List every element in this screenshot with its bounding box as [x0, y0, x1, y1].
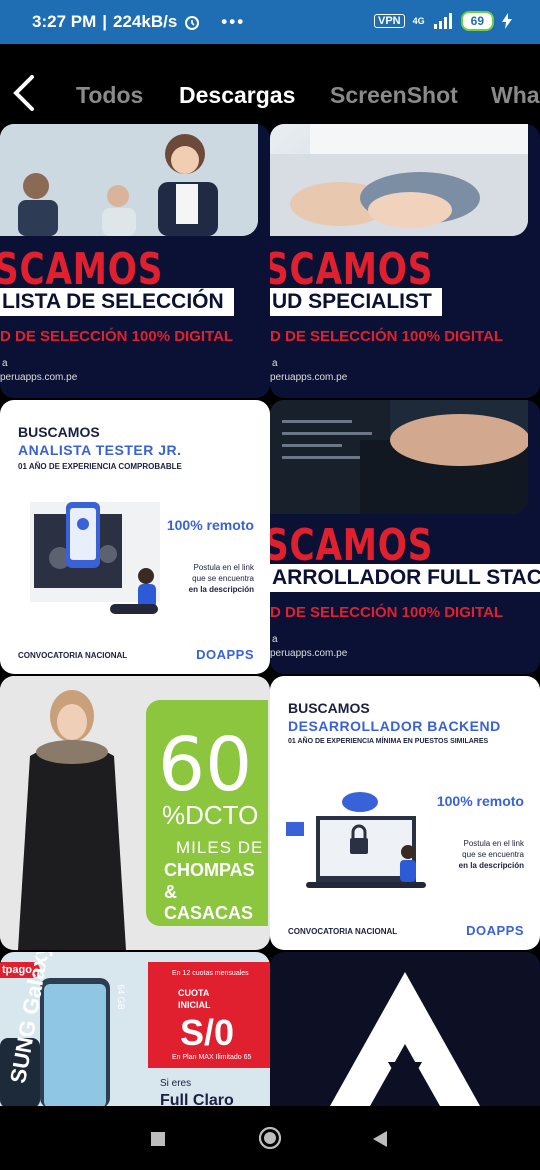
hands-laptop-illustration: [270, 124, 528, 236]
tab-todos[interactable]: Todos: [76, 82, 143, 109]
tile6-exp: 01 AÑO DE EXPERIENCIA MÍNIMA EN PUESTOS …: [288, 738, 489, 745]
image-thumbnail-2[interactable]: SCAMOS UD SPECIALIST D DE SELECCIÓN 100%…: [270, 124, 540, 398]
typing-illustration: [270, 400, 528, 514]
tab-header: Todos Descargas ScreenShot What: [0, 44, 540, 124]
tile7-si: Si eres: [160, 1078, 192, 1089]
tile2-sub: D DE SELECCIÓN 100% DIGITAL: [270, 328, 504, 345]
back-triangle-icon[interactable]: [372, 1130, 388, 1148]
tile3-postula: Postula en el link que se encuentra en l…: [188, 563, 254, 594]
tab-descargas[interactable]: Descargas: [179, 82, 295, 109]
status-bar: 3:27 PM | 224kB/s ••• VPN 4G 69: [0, 0, 540, 44]
tile2-url: peruapps.com.pe: [270, 372, 348, 383]
tile7-price: S/0: [180, 1012, 235, 1053]
tile1-role: LISTA DE SELECCIÓN: [0, 288, 234, 316]
tile5-dcto: %DCTO: [162, 800, 259, 830]
tile6-convocatoria: CONVOCATORIA NACIONAL: [288, 927, 398, 936]
more-notifications-icon: •••: [221, 12, 246, 31]
doapps-logo: DOAPPS: [466, 923, 524, 938]
tile7-full: Full Claro: [160, 1092, 234, 1106]
tile6-title: DESARROLLADOR BACKEND: [288, 718, 501, 734]
network-type: 4G: [412, 16, 425, 26]
tile4-sub: D DE SELECCIÓN 100% DIGITAL: [270, 604, 504, 621]
image-thumbnail-5[interactable]: 60 %DCTO MILES DE CHOMPAS & CASACAS: [0, 676, 270, 950]
tile5-pct: 60: [158, 722, 253, 808]
woman-jacket-photo: [0, 676, 145, 950]
back-arrow-icon[interactable]: [10, 74, 38, 112]
tile4-url: peruapps.com.pe: [270, 648, 348, 659]
phone-storage: 64 GB: [115, 984, 126, 1010]
image-thumbnail-6[interactable]: BUSCAMOS DESARROLLADOR BACKEND 01 AÑO DE…: [270, 676, 540, 950]
triangle-logo-icon: [330, 972, 480, 1106]
signal-icon: [433, 13, 452, 29]
tile7-cuota: CUOTA: [178, 988, 210, 998]
tile5-line3: & CASACAS: [164, 882, 254, 923]
recents-square-icon[interactable]: [150, 1131, 166, 1147]
tile6-postula: Postula en el link que se encuentra en l…: [458, 839, 524, 870]
tile6-buscamos: BUSCAMOS: [288, 700, 370, 716]
tab-whatsapp[interactable]: What: [491, 82, 540, 109]
status-speed: 224kB/s: [113, 12, 178, 31]
tile7-plan: En Plan MAX Ilimitado 65: [172, 1054, 252, 1061]
office-photo: [0, 124, 258, 236]
tile5-line2: CHOMPAS: [164, 860, 255, 880]
tile2-role: UD SPECIALIST: [270, 288, 442, 316]
tile3-convocatoria: CONVOCATORIA NACIONAL: [18, 651, 128, 660]
image-thumbnail-1[interactable]: SCAMOS LISTA DE SELECCIÓN D DE SELECCIÓN…: [0, 124, 270, 398]
tile3-buscamos: BUSCAMOS: [18, 424, 100, 440]
vpn-badge: VPN: [374, 14, 405, 28]
image-grid: SCAMOS LISTA DE SELECCIÓN D DE SELECCIÓN…: [0, 124, 540, 1106]
tile1-sub: D DE SELECCIÓN 100% DIGITAL: [0, 328, 234, 345]
alarm-icon: [185, 16, 200, 30]
keyboard-photo: [270, 124, 528, 236]
tile7-inicial: INICIAL: [178, 1000, 211, 1010]
tile7-cuotas: En 12 cuotas mensuales: [172, 970, 249, 977]
image-thumbnail-4[interactable]: SCAMOS ARROLLADOR FULL STACK D DE SELECC…: [270, 400, 540, 674]
tile3-exp: 01 AÑO DE EXPERIENCIA COMPROBABLE: [18, 462, 182, 471]
tile3-title: ANALISTA TESTER JR.: [18, 442, 182, 458]
image-thumbnail-7[interactable]: tpago SUNG Galaxy A21s 64 GB En 12 cuota…: [0, 952, 270, 1106]
tab-screenshot[interactable]: ScreenShot: [330, 82, 458, 109]
doapps-logo: DOAPPS: [196, 647, 254, 662]
battery-indicator: 69: [460, 11, 494, 31]
people-illustration: [0, 124, 258, 236]
tile6-remote: 100% remoto: [436, 793, 524, 809]
system-nav-bar: [0, 1106, 540, 1170]
image-thumbnail-8[interactable]: [270, 952, 540, 1106]
status-right: VPN 4G 69: [374, 11, 512, 31]
image-thumbnail-3[interactable]: BUSCAMOS ANALISTA TESTER JR. 01 AÑO DE E…: [0, 400, 270, 674]
status-time: 3:27 PM: [32, 12, 97, 31]
tile1-url: peruapps.com.pe: [0, 372, 78, 383]
charging-icon: [502, 13, 512, 29]
tile4-role: ARROLLADOR FULL STACK: [270, 564, 540, 592]
keyboard-dark-photo: [270, 400, 528, 514]
backend-illustration: [286, 792, 426, 888]
status-left: 3:27 PM | 224kB/s •••: [32, 12, 246, 31]
tester-illustration: [30, 502, 160, 614]
home-circle-icon[interactable]: [258, 1126, 282, 1150]
tile5-line1: MILES DE: [176, 838, 264, 857]
tile3-remote: 100% remoto: [166, 517, 254, 533]
